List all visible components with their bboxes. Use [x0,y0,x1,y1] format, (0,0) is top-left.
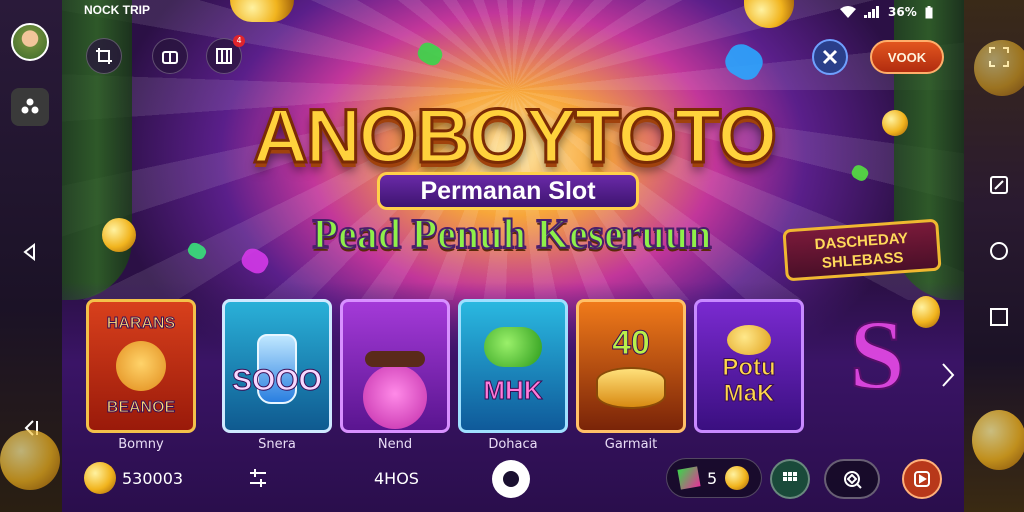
search-icon [844,471,862,489]
next-games-button[interactable] [938,360,958,390]
game-card-title: 40 [612,323,651,362]
back-triangle-icon[interactable] [16,238,44,266]
game-card[interactable] [340,299,450,433]
grid-button[interactable] [770,459,810,499]
play-button[interactable] [902,459,942,499]
game-card[interactable]: MHK [458,299,568,433]
avatar[interactable] [11,23,49,61]
game-card-title: MHK [483,374,543,405]
bonus-pill[interactable]: 5 [666,458,762,498]
balance-display: 530003 [84,460,183,496]
balance-value: 530003 [122,468,184,488]
coin-decoration [0,430,60,490]
close-icon [822,49,838,65]
screenshot-icon[interactable] [986,172,1012,198]
game-card-title: HARANS [106,315,176,333]
game-card-label: Bomny [118,437,164,452]
game-stage: 4 VOOK ANOBOYTOTO Permanan Slot Pead Pen… [62,0,964,512]
gift-box-icon [677,466,701,490]
wins-value: 4HOS [374,468,419,488]
clover-coin-icon [484,326,542,367]
coin-decoration [972,410,1024,470]
grid-icon [783,472,797,481]
pig-character-icon [363,365,427,429]
home-circle-icon[interactable] [986,238,1012,264]
coin-decoration [882,110,908,136]
game-card-label: Garmait [604,437,658,452]
crop-button[interactable] [86,38,122,74]
hat-icon [365,351,425,367]
coin-icon [725,466,750,490]
game-logo: ANOBOYTOTO [252,93,779,181]
wifi-icon [840,6,856,18]
settings-sliders-icon [250,469,266,487]
settings-sliders-button[interactable] [246,460,270,496]
vook-button[interactable]: VOOK [870,40,944,74]
left-rail [0,0,62,512]
crop-icon [96,48,112,64]
search-button[interactable] [824,459,880,499]
badge-count: 5 [707,468,718,488]
chevron-right-icon [942,363,955,387]
game-card[interactable]: HARANS BEANOE [86,299,196,433]
status-carrier: NOCK TRIP [84,3,150,17]
game-card-title: SOOO [231,364,322,398]
subtitle-banner: Permanan Slot [377,172,639,210]
battery-percent: 36% [888,5,917,19]
wins-display: 4HOS [374,460,419,496]
golden-pot-icon [726,325,771,355]
promo-badge[interactable]: DASCHEDAY SHLEBASS [782,218,942,282]
close-button[interactable] [812,39,848,75]
game-card-subtitle: BEANOE [106,399,176,417]
recents-square-icon[interactable] [986,304,1012,330]
gift-button[interactable] [152,38,188,74]
game-card-label: Snera [258,437,296,452]
game-card-subtitle: MaK [723,380,775,407]
coin-decoration [974,40,1024,96]
notification-badge: 4 [233,35,245,47]
record-button[interactable] [492,460,530,498]
gift-icon [162,51,178,64]
fox-icon [115,341,166,391]
sparkle-s-decoration: S [848,299,906,411]
game-card[interactable]: Potu MaK [694,299,804,433]
game-card-label: Dohaca [488,437,538,452]
battery-icon [925,5,933,18]
signal-icon [864,6,879,18]
game-controller-icon[interactable] [11,88,49,126]
record-icon [503,471,519,487]
game-card[interactable]: SOOO [222,299,332,433]
play-icon [914,471,930,487]
grid-panel-button[interactable]: 4 [206,35,245,74]
game-card[interactable]: 40 [576,299,686,433]
coin-decoration [102,218,136,252]
game-card-title: Potu [722,354,776,381]
right-rail [964,0,1024,512]
game-card-label: Nend [377,437,413,452]
coin-stack-icon [596,366,666,409]
balance-coins-icon [84,462,116,494]
grid-panel-icon [216,48,232,64]
status-icons: 36% [840,3,933,21]
tagline: Pead Penuh Keseruun [311,211,712,259]
